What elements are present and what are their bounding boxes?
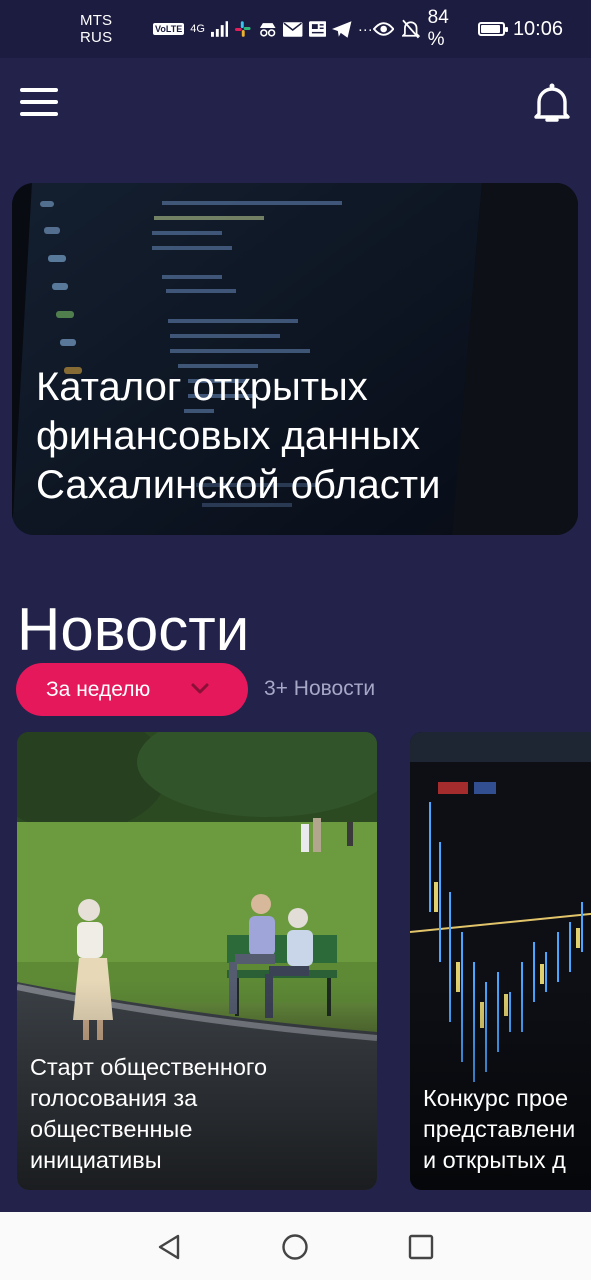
hero-banner[interactable]: Каталог открытых финансовых данных Сахал… [12,183,578,535]
carrier-label: MTS RUS [80,12,113,46]
news-icon [308,21,327,37]
system-nav-bar [0,1212,591,1280]
slack-icon [235,21,251,37]
news-card-title: Старт общественного голосования за общес… [30,1054,268,1173]
battery-percent: 84 % [427,7,449,50]
volte-badge: VoLTE [153,23,185,35]
battery-icon [477,22,509,36]
home-icon[interactable] [280,1232,310,1262]
mail-icon [283,21,303,37]
status-bar: MTS RUS VoLTE 4G ··· 84 % 10:06 [0,0,591,58]
recents-icon[interactable] [406,1232,436,1262]
mute-bell-icon [402,19,420,39]
period-filter-dropdown[interactable]: За неделю [16,663,248,716]
status-left: MTS RUS VoLTE 4G ··· [80,12,373,46]
more-icon: ··· [357,20,373,38]
app-bar [0,58,591,148]
bell-icon[interactable] [533,82,571,124]
news-card-title: Конкурс прое представлени и открытых д [423,1085,576,1173]
clock: 10:06 [512,17,563,40]
eye-icon [372,22,395,36]
telegram-icon [332,20,352,38]
back-icon[interactable] [154,1232,184,1262]
status-right: 84 % 10:06 [372,7,563,51]
signal-icon [210,21,229,37]
hamburger-menu-icon[interactable] [20,88,58,116]
news-card[interactable]: Конкурс прое представлени и открытых д [410,732,591,1190]
news-card[interactable]: Старт общественного голосования за общес… [17,732,377,1190]
period-filter-label: За неделю [46,677,151,701]
incognito-icon [259,23,276,37]
news-heading: Новости [17,596,250,663]
network-label: 4G [190,22,205,35]
news-count[interactable]: 3+ Новости [264,677,375,701]
chevron-down-icon [191,683,209,694]
hero-title: Каталог открытых финансовых данных Сахал… [36,365,441,507]
